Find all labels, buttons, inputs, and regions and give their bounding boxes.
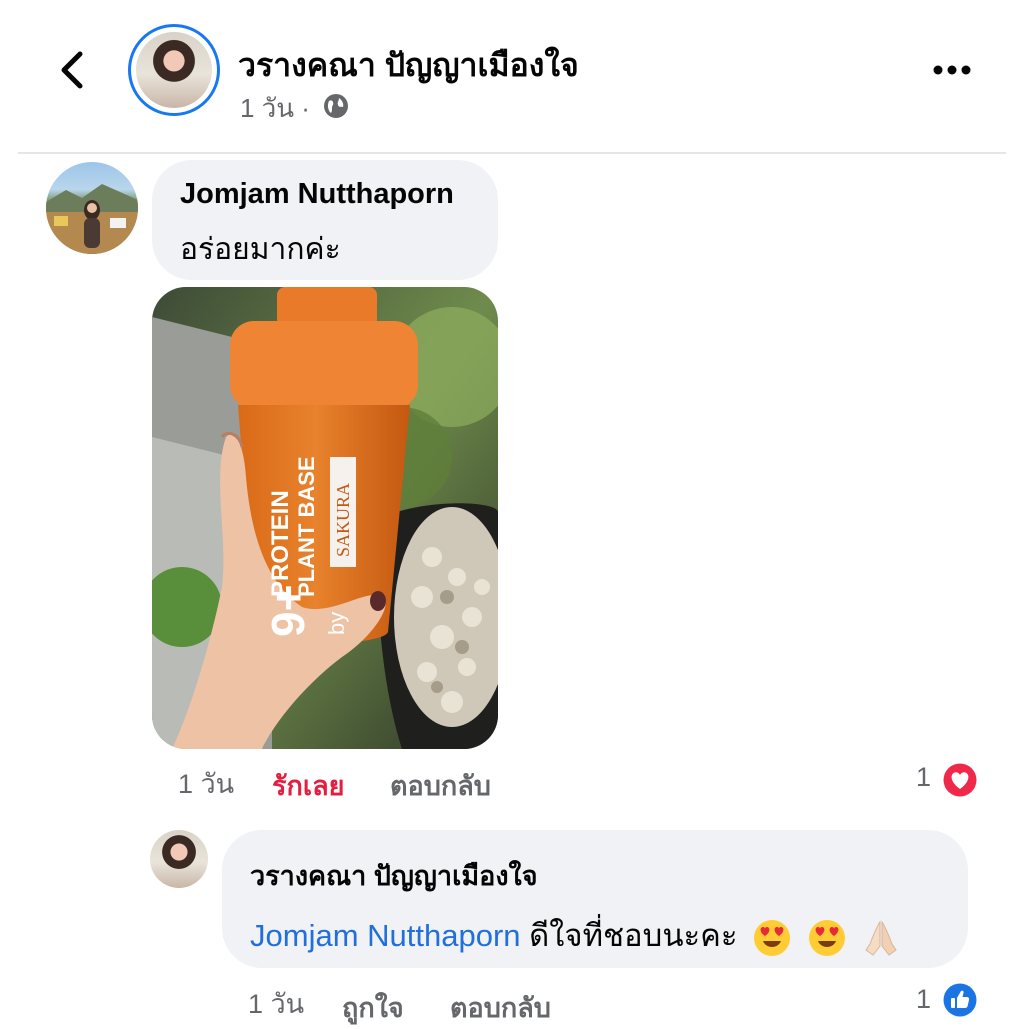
reply-text-line: Jomjam Nutthaporn ดีใจที่ชอบนะคะ [250, 910, 901, 960]
comment-author[interactable]: Jomjam Nutthaporn [180, 178, 454, 211]
love-icon[interactable] [940, 760, 980, 800]
reaction-count[interactable]: 1 [916, 762, 931, 793]
reply-text: ดีใจที่ชอบนะคะ [529, 918, 738, 953]
avatar[interactable] [136, 32, 212, 108]
comment-timestamp[interactable]: 1 วัน [178, 762, 234, 805]
cup-text-1: PROTEIN [267, 490, 294, 597]
reply-button[interactable]: ตอบกลับ [390, 764, 491, 807]
cup-by: by [324, 612, 349, 635]
globe-icon [322, 92, 350, 120]
divider [18, 152, 1006, 154]
reply-avatar[interactable] [150, 830, 208, 888]
love-button[interactable]: รักเลย [272, 764, 344, 807]
back-icon [61, 51, 83, 89]
reply-author[interactable]: วรางคณา ปัญญาเมืองใจ [250, 854, 538, 897]
heart-eyes-icon [808, 919, 845, 956]
cup-text-2: PLANT BASE [294, 456, 319, 597]
mention-link[interactable]: Jomjam Nutthaporn [250, 918, 521, 953]
heart-eyes-icon [754, 919, 791, 956]
back-button[interactable] [52, 48, 96, 92]
post-author-name[interactable]: วรางคณา ปัญญาเมืองใจ [238, 40, 579, 91]
reply-timestamp[interactable]: 1 วัน [248, 982, 304, 1025]
like-button[interactable]: ถูกใจ [342, 986, 404, 1029]
comment-photo[interactable]: 9+ PROTEIN PLANT BASE by SAKURA [152, 287, 498, 749]
reply-reaction-count[interactable]: 1 [916, 984, 931, 1015]
post-timestamp[interactable]: 1 วัน · [240, 88, 310, 129]
cup-brand: SAKURA [333, 483, 353, 557]
more-icon [933, 65, 971, 75]
reply-to-reply-button[interactable]: ตอบกลับ [450, 986, 551, 1029]
folded-hands-icon [865, 920, 898, 956]
like-icon[interactable] [940, 980, 980, 1020]
comment-text: อร่อยมากค่ะ [180, 233, 341, 266]
commenter-avatar[interactable] [46, 162, 138, 254]
more-options-button[interactable] [930, 60, 974, 80]
